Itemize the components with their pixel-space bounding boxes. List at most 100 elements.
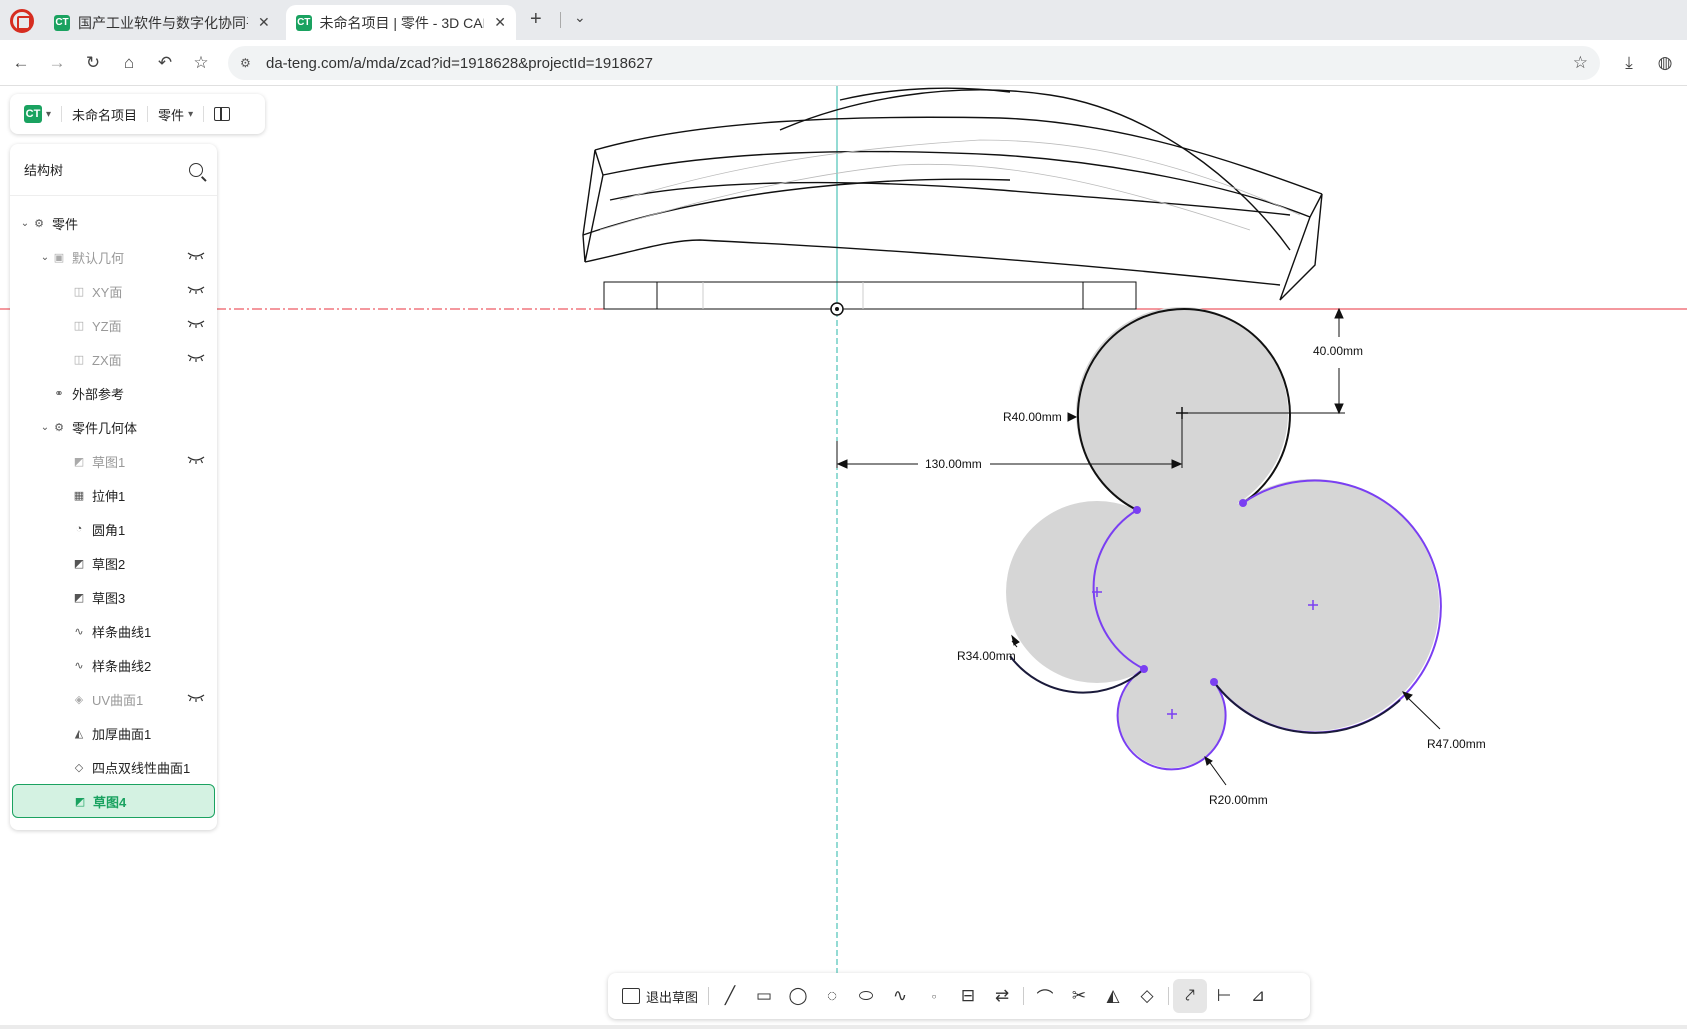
tree-node[interactable]: ◫ XY面	[10, 274, 217, 308]
bookmark-icon[interactable]: ☆	[188, 50, 214, 76]
circle-tool-icon[interactable]: ◯	[781, 979, 815, 1013]
dim-r-top[interactable]: R40.00mm	[1003, 410, 1062, 424]
sketch-profile[interactable]	[1006, 307, 1442, 771]
tree-node[interactable]: ◩ 草图3	[10, 580, 217, 614]
hidden-eye-icon[interactable]	[187, 454, 205, 466]
reload-icon[interactable]: ↻	[80, 50, 106, 76]
tab-cad[interactable]: CT 未命名项目 | 零件 - 3D CAD ✕	[286, 5, 516, 40]
star-icon[interactable]: ☆	[1573, 53, 1588, 73]
tree-node[interactable]: ◫ YZ面	[10, 308, 217, 342]
tangent-point[interactable]	[1133, 506, 1141, 514]
tree-node-label: 零件	[52, 216, 79, 232]
offset-tool-icon[interactable]: ⇄	[985, 979, 1019, 1013]
globe-icon[interactable]: ◍	[1652, 50, 1678, 76]
tree-node[interactable]: ◫ ZX面	[10, 342, 217, 376]
structure-tree-panel: 结构树 ⌄ ⚙ 零件 ⌄ ▣ 默认几何 ◫ XY面 ◫ YZ面 ◫ ZX面 ⚭ 外部参考 ⌄ ⚙ 零件几何体 ◩ 草…	[10, 144, 217, 830]
tangent-point[interactable]	[1239, 499, 1247, 507]
toolbar-divider	[1023, 987, 1025, 1005]
tree-node[interactable]: ◩ 草图1	[10, 444, 217, 478]
os-logo-icon[interactable]	[10, 9, 34, 33]
app-header-card: CT ▾ 未命名项目 零件 ▾	[10, 94, 265, 134]
cad-viewport[interactable]: 40.00mm 130.00mm R40.00mm R34.00mm R47.0…	[0, 86, 1687, 1026]
project-name[interactable]: 未命名项目	[72, 105, 137, 124]
slot-tool-icon[interactable]: ⬭	[849, 979, 883, 1013]
url-text[interactable]: da-teng.com/a/mda/zcad?id=1918628&projec…	[266, 55, 653, 72]
spline-tool-icon[interactable]: ∿	[883, 979, 917, 1013]
home-icon[interactable]: ⌂	[116, 50, 142, 76]
origin-dot	[835, 307, 839, 311]
hidden-eye-icon[interactable]	[187, 692, 205, 704]
site-info-icon[interactable]: ⚙	[240, 56, 254, 70]
project-tool-icon[interactable]: ⊟	[951, 979, 985, 1013]
tangent-point[interactable]	[1210, 678, 1218, 686]
dim-top-offset[interactable]: 40.00mm	[1313, 344, 1363, 358]
tree-node[interactable]: ◩ 草图2	[10, 546, 217, 580]
close-icon[interactable]: ✕	[258, 14, 270, 31]
tree-node[interactable]: ⌄ ⚙ 零件几何体	[10, 410, 217, 444]
toolbar-divider	[708, 987, 710, 1005]
tab-platform[interactable]: CT 国产工业软件与数字化协同平 ✕	[44, 5, 280, 40]
exit-sketch-button[interactable]: 退出草图	[616, 987, 704, 1006]
tree-node[interactable]: ▦ 拉伸1	[10, 478, 217, 512]
tree-node[interactable]: ⌄ ⚙ 零件	[10, 206, 217, 240]
forward-icon[interactable]: →	[44, 50, 70, 76]
constraint-tool-icon[interactable]: ⊿	[1241, 979, 1275, 1013]
search-icon[interactable]	[189, 162, 207, 182]
tree-node[interactable]: ∿ 样条曲线2	[10, 648, 217, 682]
new-tab-icon[interactable]: +	[530, 8, 542, 31]
tree-node[interactable]: ⌄ ▣ 默认几何	[10, 240, 217, 274]
uv-surface-icon: ◈	[74, 693, 84, 706]
dim-r-right[interactable]: R47.00mm	[1427, 737, 1486, 751]
tree-node-label: 默认几何	[72, 250, 125, 266]
tangent-tool-icon[interactable]: ⤤	[1173, 979, 1208, 1013]
chevron-down-icon[interactable]: ⌄	[38, 422, 52, 433]
hidden-eye-icon[interactable]	[187, 318, 205, 330]
dim-r-bottom[interactable]: R20.00mm	[1209, 793, 1268, 807]
tree-node-label: 外部参考	[72, 386, 125, 402]
tree-node[interactable]: ◩ 草图4	[12, 784, 215, 818]
back-icon[interactable]: ←	[8, 50, 34, 76]
fillet-tool-icon[interactable]: ⌒	[1028, 979, 1062, 1013]
doc-type[interactable]: 零件	[158, 105, 184, 124]
mirror-tool-icon[interactable]: ◭	[1096, 979, 1130, 1013]
close-icon[interactable]: ✕	[494, 14, 506, 31]
chevron-down-icon[interactable]: ⌄	[574, 9, 586, 26]
hidden-eye-icon[interactable]	[187, 352, 205, 364]
address-bar[interactable]: ⚙ da-teng.com/a/mda/zcad?id=1918628&proj…	[228, 46, 1600, 80]
arc-tool-icon[interactable]: ◌	[815, 979, 849, 1013]
spline-icon: ∿	[74, 659, 84, 672]
tree-node[interactable]: ∿ 样条曲线1	[10, 614, 217, 648]
plane-icon: ◫	[73, 353, 85, 366]
dimension-tool-icon[interactable]: ⊢	[1207, 979, 1241, 1013]
tree-node[interactable]: ◈ UV曲面1	[10, 682, 217, 716]
tree-node[interactable]: ◭ 加厚曲面1	[10, 716, 217, 750]
sketch-icon: ◩	[73, 557, 85, 570]
undo-icon[interactable]: ↶	[152, 50, 178, 76]
wireframe-body	[582, 87, 1323, 301]
tree-node[interactable]: ◔ 圆角1	[10, 512, 217, 546]
dim-r-left[interactable]: R34.00mm	[957, 649, 1016, 663]
app-logo-icon[interactable]: CT	[24, 105, 42, 123]
tangent-point[interactable]	[1140, 665, 1148, 673]
panel-toggle-icon[interactable]	[214, 107, 231, 121]
browser-tab-strip: CT 国产工业软件与数字化协同平 ✕ CT 未命名项目 | 零件 - 3D CA…	[0, 0, 1687, 40]
rectangle-tool-icon[interactable]: ▭	[747, 979, 781, 1013]
transform-tool-icon[interactable]: ◇	[1130, 979, 1164, 1013]
structure-tree: ⌄ ⚙ 零件 ⌄ ▣ 默认几何 ◫ XY面 ◫ YZ面 ◫ ZX面 ⚭ 外部参考 ⌄ ⚙ 零件几何体 ◩ 草图1 ▦ 拉…	[10, 196, 217, 818]
chevron-down-icon[interactable]: ▾	[46, 109, 51, 120]
chevron-down-icon[interactable]: ⌄	[18, 218, 32, 229]
hidden-eye-icon[interactable]	[187, 284, 205, 296]
dim-horizontal[interactable]: 130.00mm	[925, 457, 982, 471]
chevron-down-icon[interactable]: ⌄	[38, 252, 52, 263]
toolbar-divider	[1168, 987, 1170, 1005]
point-tool-icon[interactable]: ○	[917, 979, 951, 1013]
tree-node-label: 草图4	[93, 794, 127, 810]
download-icon[interactable]: ⤓	[1616, 50, 1642, 76]
line-tool-icon[interactable]: ╱	[713, 979, 747, 1013]
trim-tool-icon[interactable]: ✂	[1062, 979, 1096, 1013]
tree-node-label: YZ面	[92, 318, 122, 334]
tree-node[interactable]: ◇ 四点双线性曲面1	[10, 750, 217, 784]
hidden-eye-icon[interactable]	[187, 250, 205, 262]
tree-node[interactable]: ⚭ 外部参考	[10, 376, 217, 410]
chevron-down-icon[interactable]: ▾	[188, 109, 193, 120]
